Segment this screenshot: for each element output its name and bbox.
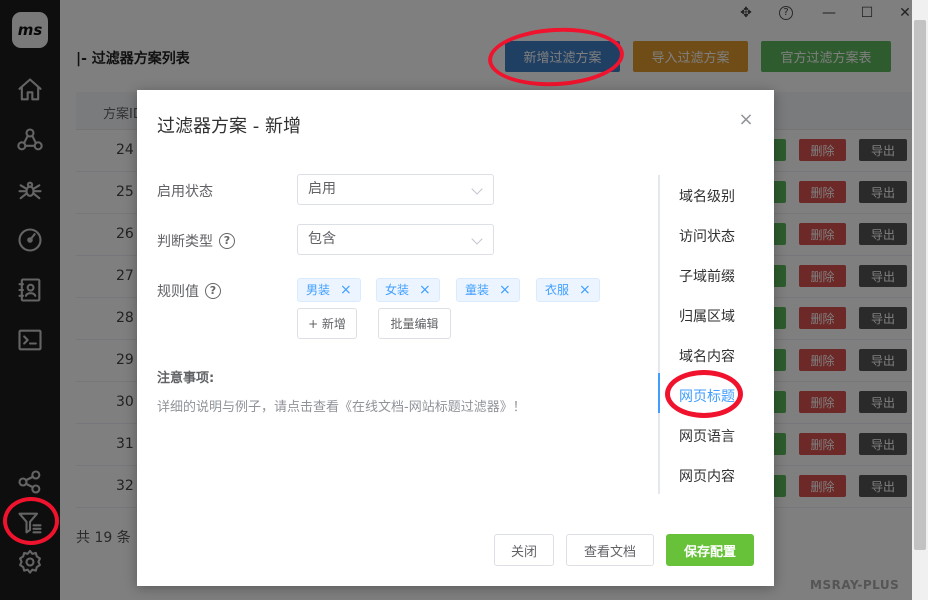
nav-access-status[interactable]: 访问状态 [679,226,735,246]
enable-status-label: 启用状态 [157,181,213,201]
view-docs-button[interactable]: 查看文档 [566,534,654,566]
enable-status-value: 启用 [308,181,336,197]
help-icon[interactable]: ? [205,283,221,299]
tag-label: 男装 [306,283,331,297]
chevron-down-icon [471,183,483,195]
rule-value-label: 规则值? [157,281,221,301]
rule-value-text: 规则值 [157,284,199,300]
batch-edit-button[interactable]: 批量编辑 [378,308,451,339]
nav-domain-content[interactable]: 域名内容 [679,346,735,366]
nav-page-content[interactable]: 网页内容 [679,466,735,486]
dialog-title: 过滤器方案 - 新增 [157,116,301,137]
judge-type-value: 包含 [308,231,336,247]
scrollbar-thumb[interactable] [914,20,926,550]
notes-text: 详细的说明与例子，请点击查看《在线文档-网站标题过滤器》！ [157,400,526,415]
nav-domain-level[interactable]: 域名级别 [679,186,735,206]
tag-remove-icon[interactable]: × [579,279,591,301]
enable-status-text: 启用状态 [157,184,213,200]
tag-label: 女装 [385,283,410,297]
side-nav-active-indicator [658,373,660,413]
rule-tag: 童装 × [456,278,520,302]
side-nav-line [658,175,660,494]
tag-remove-icon[interactable]: × [340,279,352,301]
chevron-down-icon [471,233,483,245]
rule-tag: 男装 × [297,278,361,302]
close-button[interactable]: 关闭 [494,534,554,566]
judge-type-select[interactable]: 包含 [297,224,494,255]
tag-remove-icon[interactable]: × [499,279,511,301]
annotation-circle [3,497,59,545]
nav-region[interactable]: 归属区域 [679,306,735,326]
save-config-button[interactable]: 保存配置 [666,534,754,566]
filter-dialog: 过滤器方案 - 新增 × 启用状态 启用 判断类型? 包含 规则值? 男装 × 女… [137,90,774,586]
judge-type-text: 判断类型 [157,234,213,250]
dialog-close-icon[interactable]: × [738,111,754,129]
notes-heading: 注意事项: [157,371,215,386]
tag-remove-icon[interactable]: × [419,279,431,301]
rule-tag: 女装 × [376,278,440,302]
help-icon[interactable]: ? [219,233,235,249]
nav-page-language[interactable]: 网页语言 [679,426,735,446]
add-rule-button[interactable]: + 新增 [297,308,357,339]
judge-type-label: 判断类型? [157,231,235,251]
tag-label: 衣服 [545,283,570,297]
enable-status-select[interactable]: 启用 [297,174,494,205]
rule-tag: 衣服 × [536,278,600,302]
nav-subdomain-prefix[interactable]: 子域前缀 [679,266,735,286]
annotation-circle [665,370,743,418]
tag-label: 童装 [465,283,490,297]
